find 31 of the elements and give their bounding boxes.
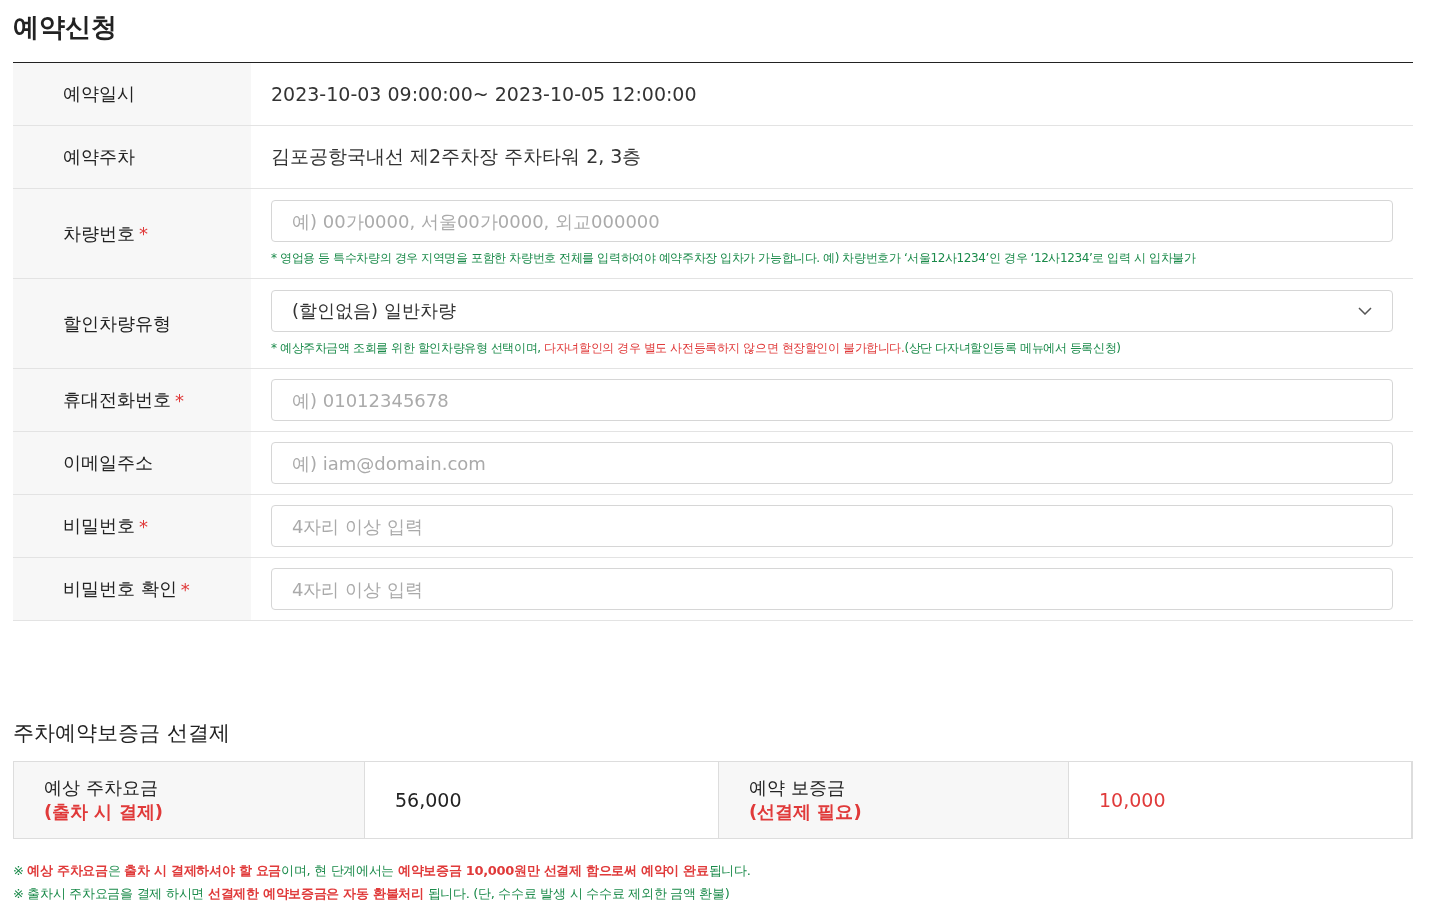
required-mark: * <box>139 515 148 537</box>
input-field[interactable]: 4자리 이상 입력 <box>271 505 1393 547</box>
form-label: 예약일시 <box>13 63 251 125</box>
fee-label: 예약 보증금 (선결제 필요) <box>719 762 1068 838</box>
notice-text: ※ 예상 주차요금은 출차 시 결제하셔야 할 요금이며, 현 단계에서는 예약보증금 10,000원만 선결제 함으로써 예약이 완료됩니다. <box>13 862 752 880</box>
section-title: 주차예약보증금 선결제 <box>13 720 231 747</box>
form-label: 휴대전화번호 * <box>13 369 251 431</box>
form-label: 이메일주소 <box>13 432 251 494</box>
input-field[interactable]: 예) iam@domain.com <box>271 442 1393 484</box>
input-field[interactable]: 예) 00가0000, 서울00가0000, 외교000000 <box>271 200 1393 242</box>
fee-value: 56,000 <box>395 789 462 811</box>
field-value: 2023-10-03 09:00:00~ 2023-10-05 12:00:00 <box>271 83 698 105</box>
help-text: * 예상주차금액 조회를 위한 할인차량유형 선택이며, 다자녀할인의 경우 별도 사전등록하지 않으면 현장할인이 불가합니다.(상단 다자녀할인등록 메뉴에서 등록신청) <box>271 340 1122 357</box>
fee-label: 예상 주차요금 (출차 시 결제) <box>14 762 364 838</box>
required-mark: * <box>175 389 184 411</box>
notice-text: ※ 출차시 주차요금을 결제 하시면 선결제한 예약보증금은 자동 환불처리 됩니다. (단, 수수료 발생 시 수수료 제외한 금액 환불) <box>13 885 731 903</box>
form-label: 할인차량유형 <box>13 279 251 368</box>
input-field[interactable]: 4자리 이상 입력 <box>271 568 1393 610</box>
form-label: 비밀번호 * <box>13 495 251 557</box>
form-label: 예약주차 <box>13 126 251 188</box>
form-label: 비밀번호 확인 * <box>13 558 251 620</box>
fee-value: 10,000 <box>1099 789 1166 811</box>
input-field[interactable]: 예) 01012345678 <box>271 379 1393 421</box>
help-text: * 영업용 등 특수차량의 경우 지역명을 포함한 차량번호 전체를 입력하여야 예약주차장 입차가 가능합니다. 예) 차량번호가 ‘서울12사1234’인 경우 ‘12사1234’로 입력 시 입차불가 <box>271 250 1197 267</box>
chevron-icon <box>1358 307 1372 315</box>
required-mark: * <box>180 578 190 600</box>
page-title: 예약신청 <box>13 11 118 44</box>
field-value: 김포공항국내선 제2주차장 주차타워 2, 3층 <box>271 144 643 169</box>
required-mark: * <box>139 223 148 244</box>
form-label: 차량번호 * <box>13 189 251 278</box>
select-field[interactable]: (할인없음) 일반차량 <box>271 290 1393 332</box>
